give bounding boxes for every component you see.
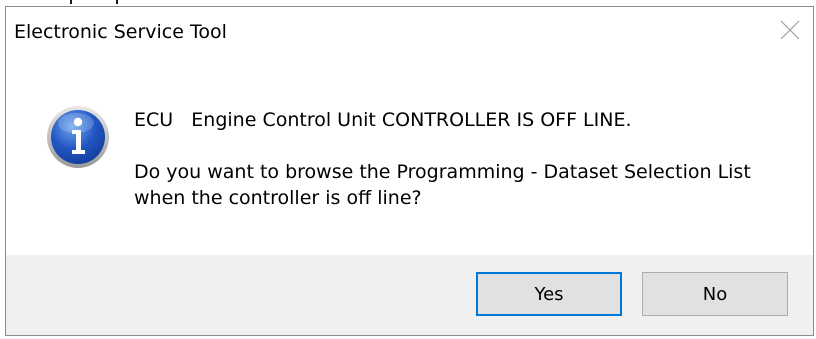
no-button[interactable]: No <box>642 272 788 316</box>
message-dialog: Electronic Service Tool ECU Engine Contr… <box>5 6 814 336</box>
close-button[interactable] <box>767 7 813 55</box>
button-bar: Yes No <box>6 255 813 335</box>
message-primary: ECU Engine Control Unit CONTROLLER IS OF… <box>134 109 632 131</box>
dialog-body: ECU Engine Control Unit CONTROLLER IS OF… <box>6 55 813 255</box>
info-icon <box>47 106 109 168</box>
yes-button[interactable]: Yes <box>476 272 622 316</box>
close-icon <box>780 20 800 40</box>
background-mark <box>70 0 72 4</box>
dialog-title: Electronic Service Tool <box>14 21 227 43</box>
title-bar[interactable]: Electronic Service Tool <box>6 7 813 55</box>
message-question: Do you want to browse the Programming - … <box>134 161 751 209</box>
background-mark <box>116 0 118 4</box>
